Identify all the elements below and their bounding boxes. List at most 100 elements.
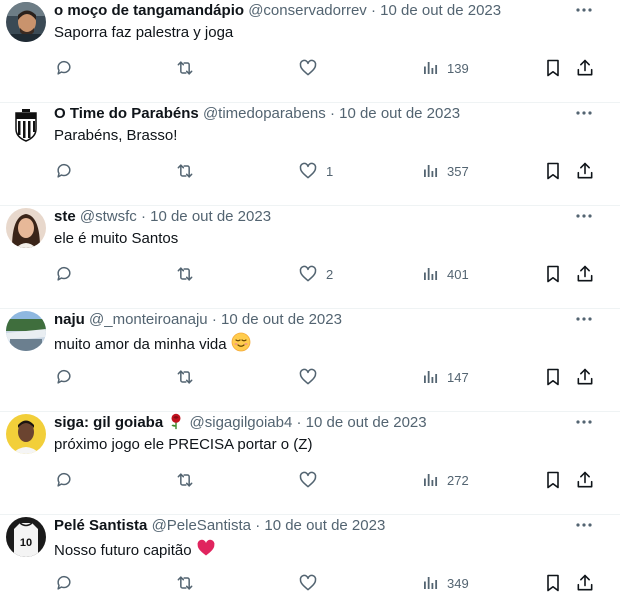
heart-icon bbox=[299, 59, 317, 76]
avatar[interactable] bbox=[6, 105, 46, 145]
tweet[interactable]: 10 Pelé Santista @PeleSantista · 10 de o… bbox=[0, 515, 620, 598]
reply-icon bbox=[57, 472, 71, 487]
more-options-icon[interactable] bbox=[574, 309, 594, 329]
more-options-icon[interactable] bbox=[574, 515, 594, 535]
reply-button[interactable] bbox=[54, 263, 74, 285]
retweet-button[interactable] bbox=[175, 366, 195, 388]
timestamp[interactable]: 10 de out de 2023 bbox=[306, 414, 427, 431]
display-name[interactable]: naju bbox=[54, 311, 85, 328]
display-name[interactable]: O Time do Parabéns bbox=[54, 105, 199, 122]
views-button[interactable]: 139 bbox=[421, 57, 469, 79]
tweet-text-content: Parabéns, Brasso! bbox=[54, 127, 178, 144]
avatar[interactable] bbox=[6, 311, 46, 351]
username[interactable]: @PeleSantista bbox=[152, 517, 251, 534]
retweet-button[interactable] bbox=[175, 469, 195, 491]
reply-button[interactable] bbox=[54, 572, 74, 594]
views-button[interactable]: 401 bbox=[421, 263, 469, 285]
santos-crest-logo bbox=[6, 105, 46, 145]
like-count: 2 bbox=[326, 266, 334, 282]
heart-icon bbox=[299, 574, 317, 591]
views-button[interactable]: 272 bbox=[421, 469, 469, 491]
avatar[interactable] bbox=[6, 208, 46, 248]
timestamp[interactable]: 10 de out de 2023 bbox=[380, 2, 501, 19]
separator: · bbox=[370, 2, 376, 19]
display-name[interactable]: ste bbox=[54, 208, 76, 225]
like-button[interactable]: 2 bbox=[298, 263, 333, 285]
reply-button[interactable] bbox=[54, 366, 74, 388]
tweet[interactable]: ste @stwsfc · 10 de out de 2023 ele é mu… bbox=[0, 206, 620, 309]
views-count: 401 bbox=[447, 266, 469, 282]
retweet-icon bbox=[177, 164, 193, 178]
bookmark-button[interactable] bbox=[543, 263, 563, 285]
share-button[interactable] bbox=[575, 263, 595, 285]
more-options-icon[interactable] bbox=[574, 103, 594, 123]
avatar[interactable]: 10 bbox=[6, 517, 46, 557]
bookmark-icon bbox=[547, 265, 559, 283]
views-button[interactable]: 147 bbox=[421, 366, 469, 388]
retweet-button[interactable] bbox=[175, 263, 195, 285]
bookmark-button[interactable] bbox=[543, 160, 563, 182]
timestamp[interactable]: 10 de out de 2023 bbox=[150, 208, 271, 225]
display-name[interactable]: siga: gil goiaba bbox=[54, 414, 163, 431]
tweet-header: O Time do Parabéns @timedoparabens · 10 … bbox=[54, 103, 460, 125]
username[interactable]: @_monteiroanaju bbox=[89, 311, 208, 328]
bookmark-button[interactable] bbox=[543, 366, 563, 388]
bookmark-button[interactable] bbox=[543, 57, 563, 79]
more-options-icon[interactable] bbox=[574, 206, 594, 226]
username[interactable]: @timedoparabens bbox=[203, 105, 326, 122]
heart-icon bbox=[299, 265, 317, 282]
views-button[interactable]: 357 bbox=[421, 160, 469, 182]
views-button[interactable]: 349 bbox=[421, 572, 469, 594]
share-button[interactable] bbox=[575, 160, 595, 182]
like-button[interactable] bbox=[298, 572, 318, 594]
heart-icon bbox=[299, 368, 317, 385]
tweet-text: ele é muito Santos bbox=[54, 229, 178, 249]
views-count: 139 bbox=[447, 60, 469, 76]
views-icon bbox=[424, 371, 438, 383]
retweet-button[interactable] bbox=[175, 160, 195, 182]
tweet-header: o moço de tangamandápio @conservadorrev … bbox=[54, 0, 501, 22]
tweet[interactable]: O Time do Parabéns @timedoparabens · 10 … bbox=[0, 103, 620, 206]
retweet-button[interactable] bbox=[175, 572, 195, 594]
retweet-button[interactable] bbox=[175, 57, 195, 79]
like-button[interactable] bbox=[298, 469, 318, 491]
more-options-icon[interactable] bbox=[574, 412, 594, 432]
bookmark-button[interactable] bbox=[543, 572, 563, 594]
reply-icon bbox=[57, 369, 71, 384]
username[interactable]: @stwsfc bbox=[80, 208, 137, 225]
bookmark-icon bbox=[547, 59, 559, 77]
timestamp[interactable]: 10 de out de 2023 bbox=[264, 517, 385, 534]
avatar[interactable] bbox=[6, 414, 46, 454]
timestamp[interactable]: 10 de out de 2023 bbox=[339, 105, 460, 122]
share-button[interactable] bbox=[575, 469, 595, 491]
share-icon bbox=[577, 162, 593, 179]
tweet[interactable]: siga: gil goiaba @sigagilgoiab4 · 10 de … bbox=[0, 412, 620, 515]
bookmark-button[interactable] bbox=[543, 469, 563, 491]
more-options-icon[interactable] bbox=[574, 0, 594, 20]
tweet-actions: 1 357 bbox=[0, 160, 620, 182]
like-button[interactable]: 1 bbox=[298, 160, 333, 182]
retweet-icon bbox=[177, 267, 193, 281]
tweet-text: Nosso futuro capitão bbox=[54, 538, 216, 564]
views-icon bbox=[424, 62, 438, 74]
share-button[interactable] bbox=[575, 366, 595, 388]
timestamp[interactable]: 10 de out de 2023 bbox=[221, 311, 342, 328]
display-name[interactable]: o moço de tangamandápio bbox=[54, 2, 244, 19]
tweet-actions: 349 bbox=[0, 572, 620, 594]
like-button[interactable] bbox=[298, 57, 318, 79]
display-name[interactable]: Pelé Santista bbox=[54, 517, 147, 534]
avatar[interactable] bbox=[6, 2, 46, 42]
tweet[interactable]: naju @_monteiroanaju · 10 de out de 2023… bbox=[0, 309, 620, 412]
share-button[interactable] bbox=[575, 572, 595, 594]
reply-button[interactable] bbox=[54, 160, 74, 182]
tweet-text: próximo jogo ele PRECISA portar o (Z) bbox=[54, 435, 312, 455]
reply-button[interactable] bbox=[54, 57, 74, 79]
bookmark-icon bbox=[547, 471, 559, 489]
tweet-text: Parabéns, Brasso! bbox=[54, 126, 177, 146]
tweet[interactable]: o moço de tangamandápio @conservadorrev … bbox=[0, 0, 620, 103]
username[interactable]: @conservadorrev bbox=[248, 2, 367, 19]
share-button[interactable] bbox=[575, 57, 595, 79]
reply-button[interactable] bbox=[54, 469, 74, 491]
username[interactable]: @sigagilgoiab4 bbox=[190, 414, 293, 431]
like-button[interactable] bbox=[298, 366, 318, 388]
